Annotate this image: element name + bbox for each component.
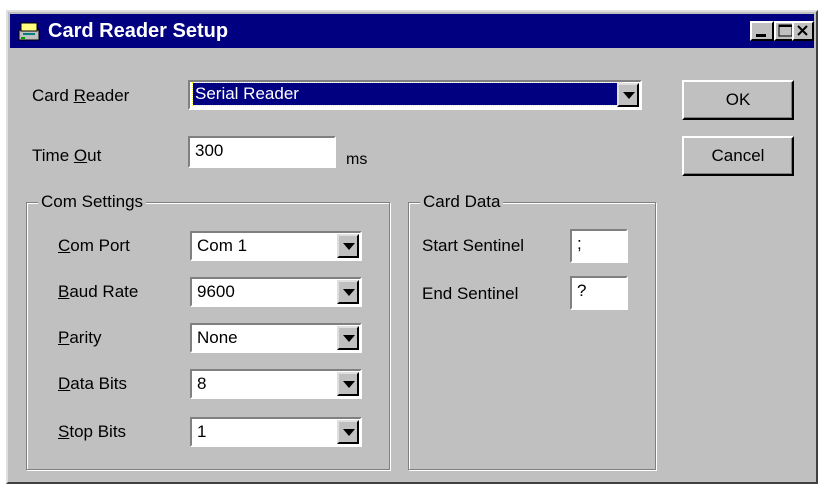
cancel-button[interactable]: Cancel bbox=[682, 136, 794, 176]
time-out-accelerator: O bbox=[73, 146, 88, 165]
data-bits-accelerator: D bbox=[58, 374, 71, 393]
stop-bits-select[interactable]: 1 bbox=[190, 417, 362, 447]
chevron-down-icon[interactable] bbox=[337, 420, 359, 444]
close-icon bbox=[797, 25, 808, 36]
com-port-select[interactable]: Com 1 bbox=[190, 231, 362, 261]
time-out-input[interactable]: 300 bbox=[188, 136, 336, 168]
card-reader-label-rest: eader bbox=[85, 86, 130, 105]
parity-label-rest: arity bbox=[69, 328, 102, 347]
start-sentinel-label: Start Sentinel bbox=[422, 236, 525, 255]
minimize-button[interactable] bbox=[750, 21, 774, 41]
card-reader-value: Serial Reader bbox=[192, 82, 622, 106]
card-reader-select[interactable]: Serial Reader bbox=[188, 80, 642, 110]
time-out-value: 300 bbox=[195, 141, 224, 160]
chevron-down-icon[interactable] bbox=[337, 326, 359, 350]
minimize-icon bbox=[756, 34, 766, 37]
card-reader-icon bbox=[18, 22, 40, 41]
chevron-down-icon[interactable] bbox=[337, 372, 359, 396]
end-sentinel-input[interactable]: ? bbox=[570, 276, 628, 310]
end-sentinel-value: ? bbox=[577, 281, 587, 300]
stop-bits-accelerator: S bbox=[58, 422, 70, 441]
time-out-unit: ms bbox=[346, 151, 368, 168]
time-out-label-rest: ut bbox=[87, 146, 102, 165]
time-out-label-text: Time bbox=[32, 146, 74, 165]
parity-select[interactable]: None bbox=[190, 323, 362, 353]
stop-bits-label-rest: top Bits bbox=[69, 422, 127, 441]
data-bits-label-rest: ata Bits bbox=[70, 374, 127, 393]
parity-accelerator: P bbox=[58, 328, 70, 347]
chevron-down-icon[interactable] bbox=[617, 83, 639, 107]
data-bits-value: 8 bbox=[197, 374, 207, 393]
baud-rate-label: Baud Rate bbox=[58, 282, 138, 302]
time-out-label: Time Out bbox=[32, 146, 101, 166]
baud-rate-label-rest: aud Rate bbox=[69, 282, 139, 301]
com-port-value: Com 1 bbox=[197, 236, 248, 255]
baud-rate-select[interactable]: 9600 bbox=[190, 277, 362, 307]
start-sentinel-input[interactable]: ; bbox=[570, 229, 628, 263]
chevron-down-icon[interactable] bbox=[337, 280, 359, 304]
card-reader-accelerator: R bbox=[73, 86, 86, 105]
baud-rate-value: 9600 bbox=[197, 282, 235, 301]
card-reader-label-text: Card bbox=[32, 86, 74, 105]
card-reader-setup-dialog: Card Reader Setup Card Reader Serial Rea… bbox=[6, 10, 818, 484]
stop-bits-label: Stop Bits bbox=[58, 422, 126, 442]
window-title: Card Reader Setup bbox=[48, 20, 229, 42]
chevron-down-icon[interactable] bbox=[337, 234, 359, 258]
start-sentinel-value: ; bbox=[577, 234, 582, 253]
ok-button[interactable]: OK bbox=[682, 80, 794, 120]
parity-value: None bbox=[197, 328, 238, 347]
com-port-label: Com Port bbox=[58, 236, 130, 256]
title-bar[interactable]: Card Reader Setup bbox=[10, 14, 814, 48]
end-sentinel-label: End Sentinel bbox=[422, 284, 519, 303]
card-data-legend: Card Data bbox=[420, 192, 504, 212]
parity-label: Parity bbox=[58, 328, 101, 348]
close-button[interactable] bbox=[792, 21, 814, 41]
data-bits-select[interactable]: 8 bbox=[190, 369, 362, 399]
baud-rate-accelerator: B bbox=[58, 282, 70, 301]
com-port-accelerator: C bbox=[58, 236, 71, 255]
com-port-label-rest: om Port bbox=[70, 236, 130, 255]
com-settings-legend: Com Settings bbox=[38, 192, 147, 212]
stop-bits-value: 1 bbox=[197, 422, 207, 441]
data-bits-label: Data Bits bbox=[58, 374, 127, 394]
card-reader-label: Card Reader bbox=[32, 86, 129, 106]
